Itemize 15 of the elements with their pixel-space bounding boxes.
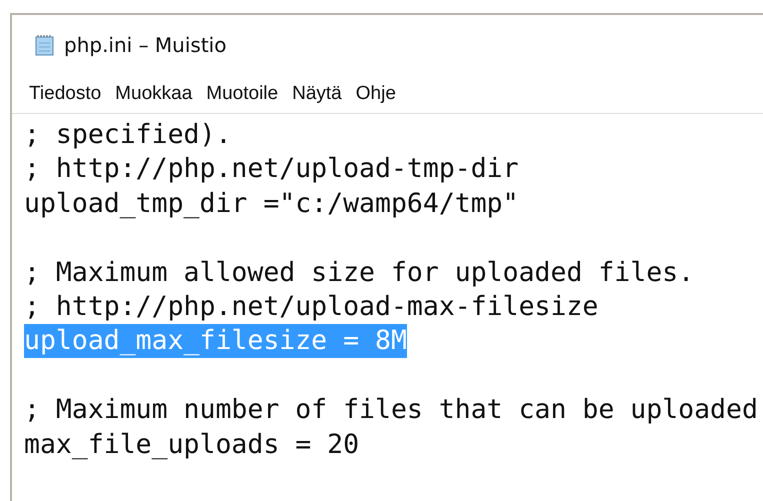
- code-line: ; Maximum allowed size for uploaded files.: [24, 256, 694, 290]
- menu-item[interactable]: Näytä: [292, 83, 342, 105]
- code-line: ; Maximum number of files that can be uploaded: [24, 393, 758, 428]
- menu-item[interactable]: Ohje: [356, 83, 396, 105]
- code-line: ; http://php.net/upload-max-filesize: [24, 290, 598, 324]
- code-line: upload_tmp_dir ="c:/wamp64/tmp": [24, 186, 519, 221]
- code-line: ; http://php.net/upload-tmp-dir: [24, 152, 519, 186]
- notepad-icon: [34, 34, 56, 56]
- code-line: max_file_uploads = 20: [24, 428, 360, 462]
- menu-item[interactable]: Muotoile: [206, 83, 278, 105]
- text-editor[interactable]: [12, 113, 763, 462]
- menu-item[interactable]: Tiedosto: [29, 83, 102, 105]
- window-title: php.ini – Muistio: [64, 33, 226, 57]
- menu-item[interactable]: Muokkaa: [115, 83, 192, 105]
- code-line: ; specified).: [24, 118, 232, 152]
